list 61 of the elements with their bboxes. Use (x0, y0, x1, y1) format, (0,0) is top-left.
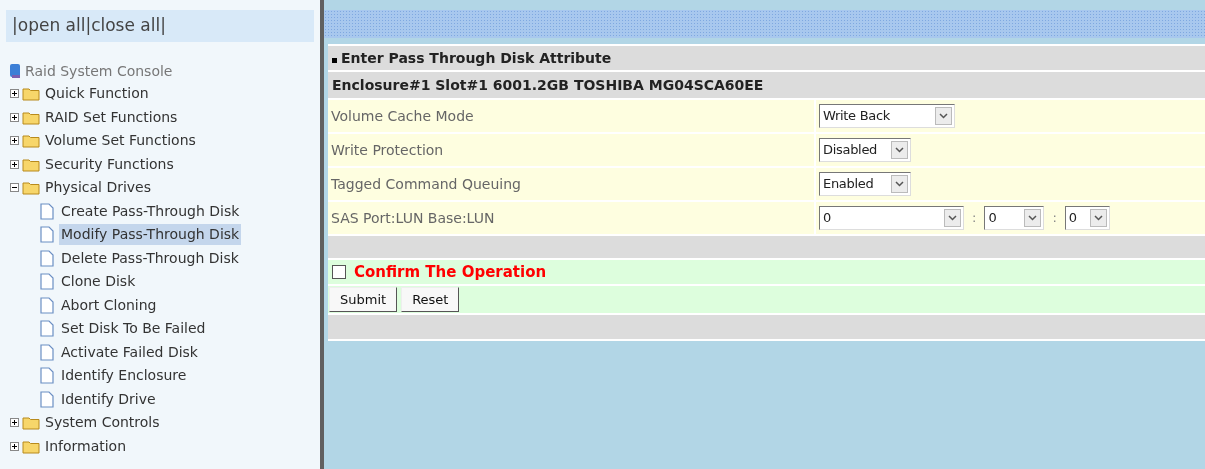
confirm-label: Confirm The Operation (354, 261, 547, 283)
tree-folder-label[interactable]: Security Functions (45, 153, 174, 175)
tree-item-label[interactable]: Activate Failed Disk (59, 341, 200, 363)
tree-item-label[interactable]: Create Pass-Through Disk (59, 200, 242, 222)
separator: : (972, 209, 977, 228)
folder-icon (22, 415, 40, 431)
page-icon (40, 343, 54, 361)
page-icon (40, 367, 54, 385)
disk-info: Enclosure#1 Slot#1 6001.2GB TOSHIBA MG04SCA60EE (332, 75, 764, 95)
page-icon (40, 226, 54, 244)
expand-icon[interactable] (10, 136, 19, 146)
tree-root-label[interactable]: Raid System Console (25, 60, 173, 82)
select-field[interactable]: 0 (984, 206, 1045, 230)
expand-icon[interactable] (10, 112, 19, 122)
page-icon (40, 390, 54, 408)
separator: : (1052, 209, 1057, 228)
tree-item-label[interactable]: Abort Cloning (59, 294, 159, 316)
field-label: SAS Port:LUN Base:LUN (331, 208, 495, 228)
expand-icon[interactable] (10, 441, 19, 451)
collapse-icon[interactable] (10, 183, 19, 193)
tree-folder-label[interactable]: Physical Drives (45, 177, 152, 199)
bullet-icon (332, 57, 337, 63)
field-label: Volume Cache Mode (331, 106, 474, 126)
checkbox[interactable] (332, 265, 346, 279)
page-icon (40, 202, 54, 220)
tree-item-label[interactable]: Identify Drive (59, 388, 158, 410)
folder-icon (22, 86, 40, 102)
tree-folder-label[interactable]: Volume Set Functions (45, 130, 196, 152)
tree-item-label[interactable]: Delete Pass-Through Disk (59, 247, 241, 269)
tree-folder-label[interactable]: Information (45, 435, 127, 457)
open-close-links[interactable]: |open all|close all| (6, 10, 314, 42)
expand-icon[interactable] (10, 159, 19, 169)
page-icon (40, 273, 54, 291)
tree-item-label[interactable]: Set Disk To Be Failed (59, 318, 208, 340)
folder-icon (22, 156, 40, 172)
page-icon (40, 249, 54, 267)
folder-icon (22, 438, 40, 454)
tree-folder-label[interactable]: Quick Function (45, 83, 149, 105)
form-button[interactable]: Submit (329, 287, 398, 312)
select-field[interactable]: 0 (819, 206, 964, 230)
folder-icon (22, 133, 40, 149)
select-field[interactable]: Write Back (819, 104, 955, 128)
form-title: Enter Pass Through Disk Attribute (341, 48, 612, 68)
folder-icon (22, 109, 40, 125)
page-icon (40, 296, 54, 314)
tree-folder-label[interactable]: System Controls (45, 412, 160, 434)
folder-icon (22, 180, 40, 196)
tree-item-label[interactable]: Clone Disk (59, 271, 138, 293)
tree-item-label[interactable]: Identify Enclosure (59, 365, 189, 387)
select-field[interactable]: Disabled (819, 138, 911, 162)
tree-item-label[interactable]: Modify Pass-Through Disk (59, 224, 242, 246)
computer-icon (8, 63, 22, 79)
expand-icon[interactable] (10, 418, 19, 428)
expand-icon[interactable] (10, 89, 19, 99)
form-button[interactable]: Reset (401, 287, 460, 312)
select-field[interactable]: 0 (1064, 206, 1110, 230)
tree-folder-label[interactable]: RAID Set Functions (45, 106, 178, 128)
select-field[interactable]: Enabled (819, 172, 911, 196)
page-icon (40, 320, 54, 338)
field-label: Tagged Command Queuing (331, 174, 521, 194)
field-label: Write Protection (331, 140, 444, 160)
